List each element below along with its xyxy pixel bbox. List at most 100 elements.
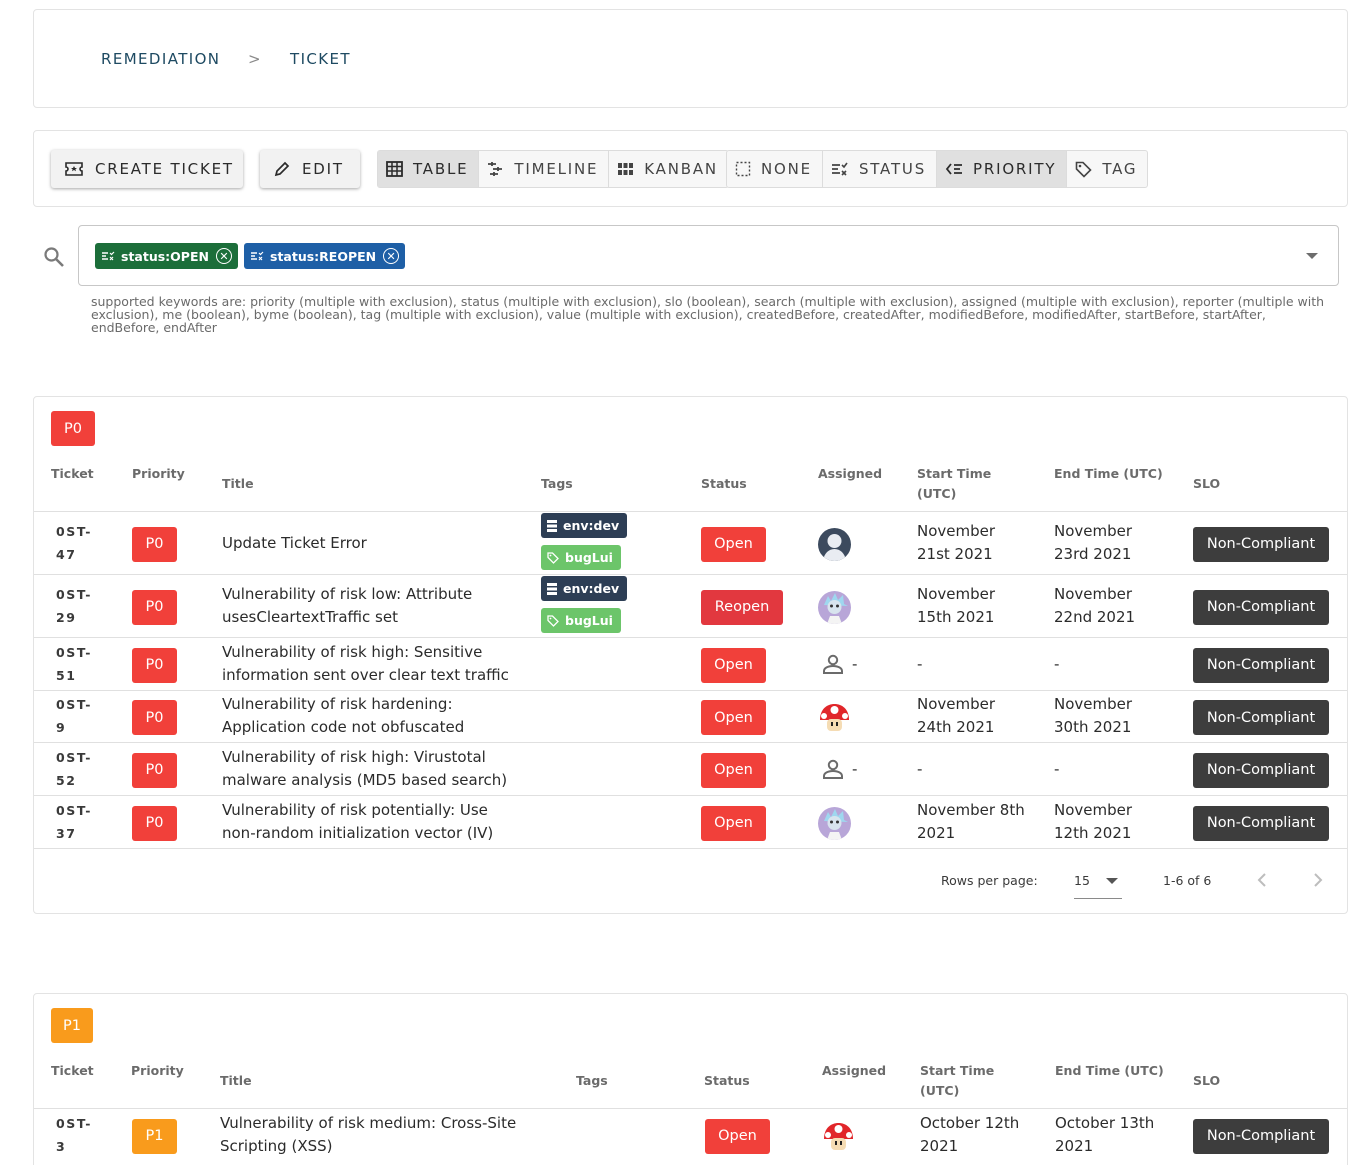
view-table[interactable]: TABLE (378, 151, 480, 187)
status-badge[interactable]: Open (701, 700, 766, 735)
avatar-rick[interactable] (818, 590, 851, 624)
tag-text: bugLui (565, 613, 613, 628)
group-priority[interactable]: PRIORITY (937, 151, 1068, 187)
table-row[interactable]: 0ST- 3 P1 Vulnerability of risk medium: Cro… (34, 1108, 1347, 1161)
create-ticket-label: CREATE TICKET (95, 160, 234, 178)
unassigned[interactable]: - (822, 653, 857, 676)
view-timeline[interactable]: TIMELINE (479, 151, 610, 187)
rows-per-page-select[interactable]: 15 (1074, 863, 1122, 899)
end-time: November 12th 2021 (1054, 800, 1133, 842)
col-start-time[interactable]: Start Time (UTC) (917, 464, 997, 504)
end-time: - (1054, 654, 1060, 673)
table-row[interactable]: 0ST- 47 P0 Update Ticket Error env:dev bugLui… (34, 511, 1347, 574)
col-assigned[interactable]: Assigned (818, 464, 882, 484)
pagination-range: 1-6 of 6 (1163, 873, 1212, 888)
col-tags[interactable]: Tags (541, 474, 573, 494)
status-badge[interactable]: Open (705, 1118, 770, 1154)
col-slo[interactable]: SLO (1193, 1071, 1220, 1091)
status-badge[interactable]: Open (701, 752, 766, 788)
ticket-id[interactable]: 0ST- 3 (56, 1112, 106, 1158)
ticket-title[interactable]: Vulnerability of risk medium: Cross-Site… (220, 1112, 520, 1158)
tag-env[interactable]: env:dev (541, 513, 628, 538)
col-status[interactable]: Status (704, 1071, 750, 1091)
tag-label[interactable]: bugLui (541, 608, 621, 633)
col-priority[interactable]: Priority (132, 464, 185, 484)
edit-label: EDIT (302, 160, 344, 178)
close-icon[interactable]: ✕ (383, 248, 400, 264)
col-ticket[interactable]: Ticket (51, 1061, 94, 1081)
ticket-title[interactable]: Vulnerability of risk low: Attribute use… (222, 583, 522, 629)
end-time: November 22nd 2021 (1054, 584, 1136, 626)
unassigned[interactable]: - (822, 758, 857, 781)
close-icon[interactable]: ✕ (215, 248, 232, 264)
view-kanban[interactable]: KANBAN (609, 151, 728, 187)
priority-badge: P0 (132, 647, 177, 683)
ticket-title[interactable]: Update Ticket Error (222, 532, 522, 555)
tag-icon (1076, 161, 1092, 178)
avatar-mushroom[interactable] (822, 1119, 855, 1153)
status-badge[interactable]: Open (701, 805, 766, 841)
col-assigned[interactable]: Assigned (822, 1061, 886, 1081)
slo-badge: Non-Compliant (1193, 700, 1329, 735)
ticket-title[interactable]: Vulnerability of risk high: Sensitive in… (222, 641, 522, 687)
status-badge[interactable]: Reopen (701, 589, 783, 625)
server-icon (547, 582, 557, 595)
col-tags[interactable]: Tags (576, 1071, 608, 1091)
col-status[interactable]: Status (701, 474, 747, 494)
ticket-id[interactable]: 0ST- 51 (56, 641, 106, 687)
group-none[interactable]: NONE (727, 151, 823, 187)
chevron-left-icon[interactable] (1256, 872, 1268, 888)
ticket-id[interactable]: 0ST- 9 (56, 693, 106, 739)
ticket-title[interactable]: Vulnerability of risk high: Virustotal m… (222, 746, 522, 792)
col-end-time[interactable]: End Time (UTC) (1055, 1061, 1164, 1081)
chevron-right-icon[interactable] (1312, 872, 1324, 888)
col-title[interactable]: Title (220, 1071, 252, 1091)
filter-chip-status-reopen[interactable]: status:REOPEN ✕ (244, 243, 406, 269)
tag-text: bugLui (565, 550, 613, 565)
ticket-id[interactable]: 0ST- 37 (56, 799, 106, 845)
person-icon (823, 654, 843, 674)
slo-badge: Non-Compliant (1193, 526, 1329, 562)
toolbar: CREATE TICKET EDIT TABLE TIMELINE KANBAN… (33, 130, 1348, 207)
edit-button[interactable]: EDIT (260, 150, 360, 188)
end-time: - (1054, 759, 1060, 778)
start-time: November 21st 2021 (917, 521, 996, 563)
col-end-time[interactable]: End Time (UTC) (1054, 464, 1163, 484)
col-priority[interactable]: Priority (131, 1061, 184, 1081)
col-ticket[interactable]: Ticket (51, 464, 94, 484)
status-badge[interactable]: Open (701, 526, 766, 562)
table-row[interactable]: 0ST- 51 P0 Vulnerability of risk high: Sens… (34, 637, 1347, 690)
tag-env[interactable]: env:dev (541, 576, 628, 601)
avatar-rick[interactable] (818, 806, 851, 840)
col-slo[interactable]: SLO (1193, 474, 1220, 494)
filter-input[interactable]: status:OPEN ✕ status:REOPEN ✕ (78, 225, 1339, 286)
col-title[interactable]: Title (222, 474, 254, 494)
ticket-id[interactable]: 0ST- 29 (56, 583, 106, 629)
ticket-title[interactable]: Vulnerability of risk hardening: Applica… (222, 693, 522, 739)
chevron-down-icon[interactable] (1306, 253, 1318, 259)
table-row[interactable]: 0ST- 37 P0 Vulnerability of risk potentiall… (34, 795, 1347, 848)
breadcrumb-remediation[interactable]: REMEDIATION (101, 50, 220, 68)
group-tag[interactable]: TAG (1067, 151, 1147, 187)
create-ticket-button[interactable]: CREATE TICKET (51, 150, 243, 188)
slo-badge: Non-Compliant (1193, 752, 1329, 788)
avatar-mushroom[interactable] (818, 701, 851, 734)
table-row[interactable]: 0ST- 9 P0 Vulnerability of risk hardening: … (34, 690, 1347, 742)
avatar-person[interactable] (818, 527, 851, 561)
status-badge[interactable]: Open (701, 647, 766, 683)
filter-chip-status-open[interactable]: status:OPEN ✕ (95, 243, 238, 269)
ticket-title[interactable]: Vulnerability of risk potentially: Use n… (222, 799, 522, 845)
breadcrumb-ticket[interactable]: TICKET (290, 50, 351, 68)
ticket-id[interactable]: 0ST- 47 (56, 520, 106, 566)
group-by-toggle-group: NONE STATUS PRIORITY TAG (726, 150, 1149, 188)
tag-label[interactable]: bugLui (541, 545, 621, 570)
priority-badge: P0 (132, 700, 177, 735)
ticket-id[interactable]: 0ST- 52 (56, 746, 106, 792)
status-list-icon (102, 251, 115, 261)
col-start-time[interactable]: Start Time (UTC) (920, 1061, 1000, 1101)
filter-chip-label: status:REOPEN (270, 248, 377, 264)
group-status[interactable]: STATUS (823, 151, 938, 187)
ticket-icon (65, 162, 83, 176)
table-row[interactable]: 0ST- 29 P0 Vulnerability of risk low: Attri… (34, 574, 1347, 637)
table-row[interactable]: 0ST- 52 P0 Vulnerability of risk high: Viru… (34, 742, 1347, 795)
